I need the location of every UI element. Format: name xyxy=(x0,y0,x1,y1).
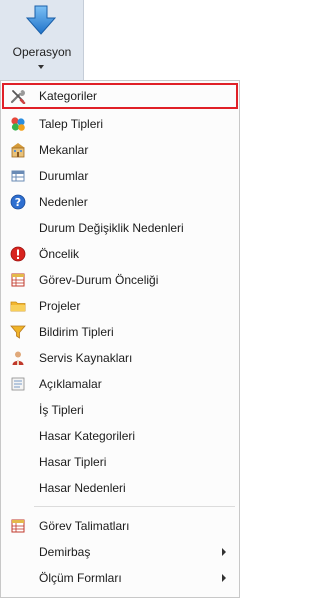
menu-item-aciklamalar[interactable]: Açıklamalar xyxy=(2,371,238,397)
help-question-icon: ? xyxy=(10,194,26,210)
menu-item-hasar-nedenleri[interactable]: Hasar Nedenleri xyxy=(2,475,238,501)
menu-item-label: Açıklamalar xyxy=(39,377,102,391)
menu-item-label: Mekanlar xyxy=(39,143,89,157)
grid-list-icon xyxy=(11,273,25,287)
submenu-arrow-icon xyxy=(222,574,226,582)
dropdown-caret-icon xyxy=(38,65,44,69)
menu-item-label: Görev Talimatları xyxy=(39,519,130,533)
menu-item-label: Talep Tipleri xyxy=(39,117,104,131)
person-icon xyxy=(12,351,24,365)
colored-balls-icon xyxy=(11,117,25,131)
menu-item-label: Projeler xyxy=(39,299,81,313)
operasyon-ribbon-button[interactable]: Operasyon xyxy=(0,0,84,80)
menu-item-demirbas[interactable]: Demirbaş xyxy=(2,539,238,565)
menu-item-label: Hasar Tipleri xyxy=(39,455,107,469)
menu-item-gorev-durum-onceligi[interactable]: Görev-Durum Önceliği xyxy=(2,267,238,293)
menu-item-oncelik[interactable]: Öncelik xyxy=(2,241,238,267)
folder-icon xyxy=(10,301,26,312)
submenu-arrow-icon xyxy=(222,548,226,556)
menu-item-olcum-formlari[interactable]: Ölçüm Formları xyxy=(2,565,238,591)
menu-item-hasar-kategorileri[interactable]: Hasar Kategorileri xyxy=(2,423,238,449)
grid-list-icon xyxy=(11,519,25,533)
menu-item-label: Öncelik xyxy=(39,247,80,261)
menu-item-label: Hasar Nedenleri xyxy=(39,481,126,495)
menu-item-label: Kategoriler xyxy=(39,89,98,103)
building-icon xyxy=(11,143,25,158)
menu-item-bildirim-tipleri[interactable]: Bildirim Tipleri xyxy=(2,319,238,345)
menu-item-durum-degisiklik-nedenleri[interactable]: Durum Değişiklik Nedenleri xyxy=(2,215,238,241)
menu-item-label: İş Tipleri xyxy=(39,403,84,417)
menu-item-talep-tipleri[interactable]: Talep Tipleri xyxy=(2,111,238,137)
menu-item-gorev-talimatlari[interactable]: Görev Talimatları xyxy=(2,513,238,539)
menu-item-durumlar[interactable]: Durumlar xyxy=(2,163,238,189)
menu-item-hasar-tipleri[interactable]: Hasar Tipleri xyxy=(2,449,238,475)
menu-item-is-tipleri[interactable]: İş Tipleri xyxy=(2,397,238,423)
menu-item-label: Durumlar xyxy=(39,169,89,183)
menu-item-label: Ölçüm Formları xyxy=(39,571,122,585)
menu-item-projeler[interactable]: Projeler xyxy=(2,293,238,319)
funnel-icon xyxy=(10,325,26,339)
menu-item-label: Nedenler xyxy=(39,195,88,209)
menu-item-label: Görev-Durum Önceliği xyxy=(39,273,159,287)
exclamation-icon xyxy=(10,246,26,262)
menu-item-label: Bildirim Tipleri xyxy=(39,325,114,339)
menu-item-mekanlar[interactable]: Mekanlar xyxy=(2,137,238,163)
menu-item-label: Durum Değişiklik Nedenleri xyxy=(39,221,184,235)
menu-item-label: Demirbaş xyxy=(39,545,91,559)
menu-item-label: Servis Kaynakları xyxy=(39,351,133,365)
menu-separator xyxy=(34,506,235,507)
notepad-icon xyxy=(11,377,25,391)
svg-text:?: ? xyxy=(15,196,21,209)
menu-item-servis-kaynaklari[interactable]: Servis Kaynakları xyxy=(2,345,238,371)
blue-down-arrow-icon xyxy=(25,5,57,35)
menu-item-kategoriler[interactable]: Kategoriler xyxy=(2,83,238,109)
table-list-icon xyxy=(11,170,25,182)
operasyon-dropdown-menu: Kategoriler Talep Tipleri Mekanlar Durum… xyxy=(0,80,240,598)
menu-item-label: Hasar Kategorileri xyxy=(39,429,136,443)
tools-icon xyxy=(10,90,26,104)
operasyon-label: Operasyon xyxy=(12,45,72,59)
menu-item-nedenler[interactable]: ? Nedenler xyxy=(2,189,238,215)
